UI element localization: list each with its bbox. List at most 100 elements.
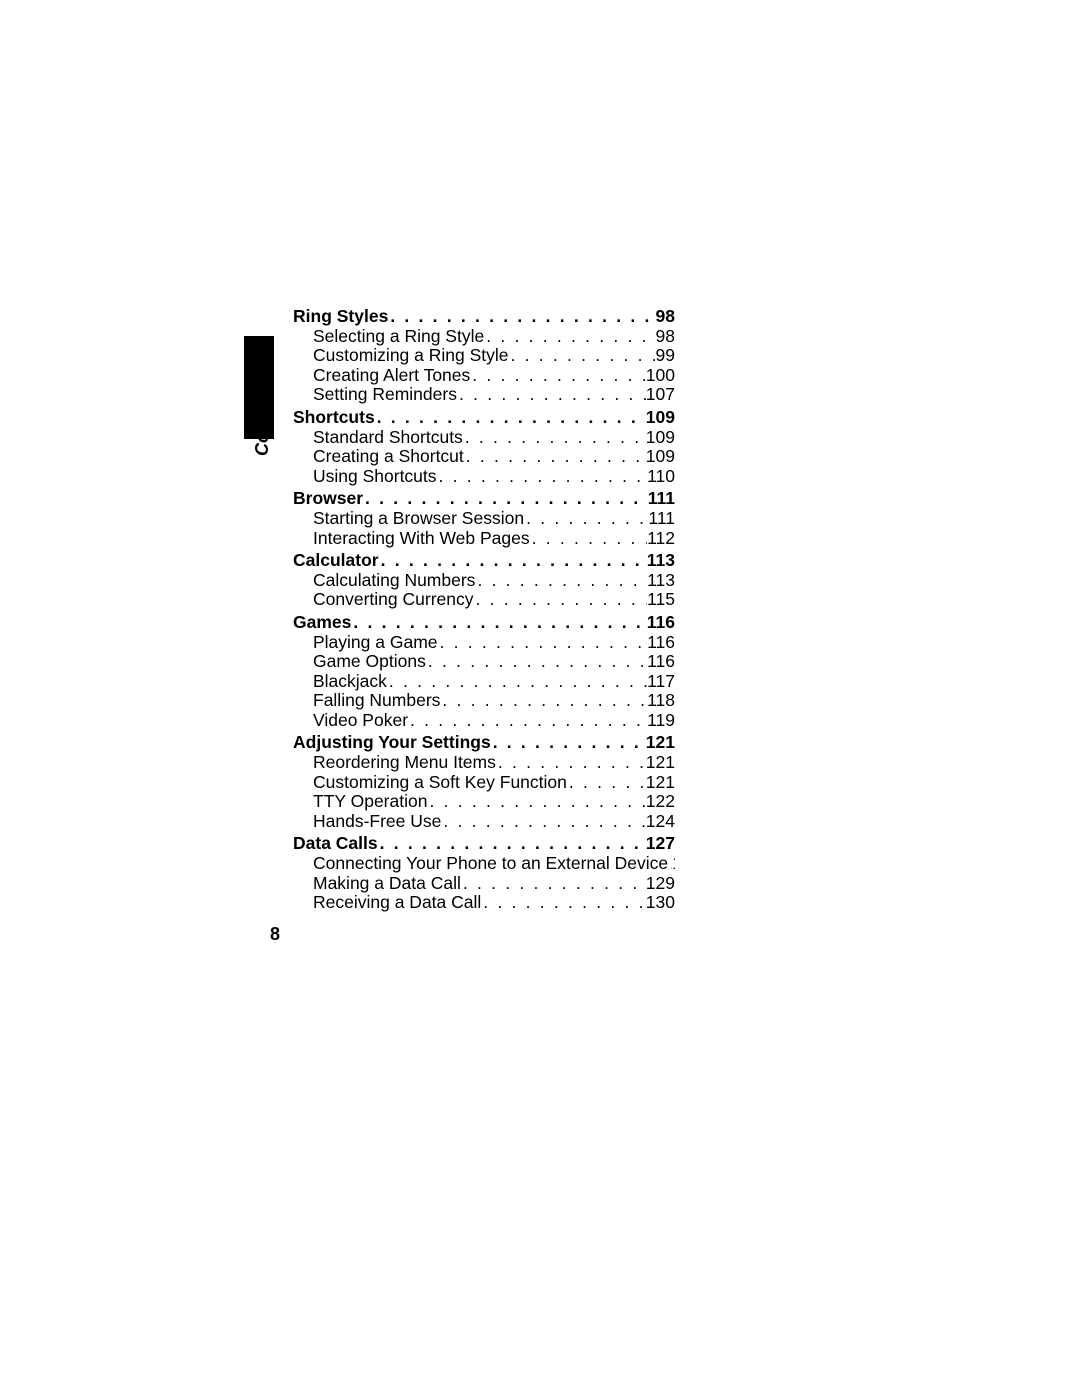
toc-leader-dots [491, 733, 646, 753]
toc-leader-dots [351, 613, 646, 633]
toc-label: Adjusting Your Settings [293, 733, 491, 753]
toc-subentry: TTY Operation 122 [293, 792, 675, 812]
toc-leader-dots [388, 307, 655, 327]
toc-label: Falling Numbers [313, 691, 440, 711]
toc-subentry: Video Poker 119 [293, 711, 675, 731]
page-number: 8 [270, 924, 280, 945]
toc-subentry: Reordering Menu Items 121 [293, 753, 675, 773]
toc-label: Calculator [293, 551, 379, 571]
toc-leader-dots [475, 571, 647, 591]
toc-leader-dots [363, 489, 648, 509]
toc-subentry: Connecting Your Phone to an External Dev… [293, 854, 675, 874]
toc-label: Blackjack [313, 672, 387, 692]
toc-label: Using Shortcuts [313, 467, 437, 487]
toc-label: Browser [293, 489, 363, 509]
toc-label: Reordering Menu Items [313, 753, 496, 773]
toc-label: Data Calls [293, 834, 378, 854]
toc-section: Ring Styles98 [293, 307, 675, 327]
toc-leader-dots [457, 385, 646, 405]
toc-leader-dots [496, 753, 646, 773]
toc-section: Browser 111 [293, 489, 675, 509]
toc-subentry: Falling Numbers118 [293, 691, 675, 711]
toc-subentry: Creating Alert Tones 100 [293, 366, 675, 386]
toc-page-number: 112 [647, 529, 675, 549]
page-container: Contents Ring Styles98Selecting a Ring S… [0, 0, 1080, 1397]
toc-leader-dots [379, 551, 647, 571]
toc-page-number: 121 [646, 773, 675, 793]
toc-label: Creating Alert Tones [313, 366, 470, 386]
toc-leader-dots [440, 691, 647, 711]
toc-label: Hands-Free Use [313, 812, 441, 832]
toc-label: Calculating Numbers [313, 571, 475, 591]
toc-page-number: 99 [656, 346, 675, 366]
toc-subentry: Customizing a Soft Key Function 121 [293, 773, 675, 793]
toc-subentry: Game Options 116 [293, 652, 675, 672]
toc-label: Making a Data Call [313, 874, 461, 894]
toc-label: Shortcuts [293, 408, 375, 428]
toc-page-number: 113 [647, 551, 675, 571]
toc-subentry: Making a Data Call 129 [293, 874, 675, 894]
toc-page-number: 109 [646, 428, 675, 448]
toc-label: Playing a Game [313, 633, 438, 653]
toc-subentry: Using Shortcuts 110 [293, 467, 675, 487]
toc-label: Converting Currency [313, 590, 473, 610]
toc-page-number: 117 [647, 672, 675, 692]
toc-label: Customizing a Ring Style [313, 346, 509, 366]
toc-subentry: Selecting a Ring Style 98 [293, 327, 675, 347]
toc-leader-dots [481, 893, 646, 913]
toc-page-number: 109 [646, 408, 675, 428]
toc-page-number: 119 [647, 711, 675, 731]
toc-page-number: 116 [647, 652, 675, 672]
toc-section: Adjusting Your Settings 121 [293, 733, 675, 753]
toc-subentry: Creating a Shortcut 109 [293, 447, 675, 467]
toc-subentry: Setting Reminders 107 [293, 385, 675, 405]
toc-subentry: Receiving a Data Call 130 [293, 893, 675, 913]
toc-label: Game Options [313, 652, 426, 672]
toc-leader-dots [530, 529, 648, 549]
toc-label: TTY Operation [313, 792, 427, 812]
toc-page-number: 121 [646, 753, 675, 773]
toc-label: Selecting a Ring Style [313, 327, 484, 347]
toc-page-number: 121 [646, 733, 675, 753]
toc-page-number: 111 [648, 489, 675, 509]
toc-subentry: Playing a Game 116 [293, 633, 675, 653]
toc-page-number: 98 [656, 327, 675, 347]
toc-leader-dots [473, 590, 647, 610]
toc-label: Starting a Browser Session [313, 509, 524, 529]
toc-leader-dots [438, 633, 648, 653]
toc-page-number: 127 [672, 854, 675, 874]
toc-section: Games 116 [293, 613, 675, 633]
toc-section: Calculator 113 [293, 551, 675, 571]
toc-section: Shortcuts 109 [293, 408, 675, 428]
toc-subentry: Blackjack 117 [293, 672, 675, 692]
toc-subentry: Customizing a Ring Style 99 [293, 346, 675, 366]
toc-leader-dots [426, 652, 647, 672]
toc-leader-dots [427, 792, 645, 812]
toc-subentry: Converting Currency 115 [293, 590, 675, 610]
toc-subentry: Interacting With Web Pages112 [293, 529, 675, 549]
toc-leader-dots [509, 346, 656, 366]
toc-page-number: 127 [646, 834, 675, 854]
toc-leader-dots [470, 366, 646, 386]
toc-page-number: 113 [647, 571, 675, 591]
toc-page-number: 129 [646, 874, 675, 894]
toc-leader-dots [441, 812, 645, 832]
toc-leader-dots [464, 447, 646, 467]
toc-page-number: 100 [646, 366, 675, 386]
toc-page-number: 130 [646, 893, 675, 913]
toc-subentry: Standard Shortcuts 109 [293, 428, 675, 448]
toc-page-number: 116 [647, 613, 675, 633]
toc-leader-dots [437, 467, 648, 487]
toc-label: Video Poker [313, 711, 408, 731]
toc-label: Customizing a Soft Key Function [313, 773, 567, 793]
toc-leader-dots [375, 408, 646, 428]
toc-label: Setting Reminders [313, 385, 457, 405]
toc-label: Games [293, 613, 351, 633]
toc-subentry: Calculating Numbers 113 [293, 571, 675, 591]
toc-label: Receiving a Data Call [313, 893, 481, 913]
toc-leader-dots [461, 874, 646, 894]
toc-page-number: 109 [646, 447, 675, 467]
toc-page-number: 124 [646, 812, 675, 832]
toc-page-number: 107 [646, 385, 675, 405]
toc-label: Connecting Your Phone to an External Dev… [313, 854, 668, 874]
